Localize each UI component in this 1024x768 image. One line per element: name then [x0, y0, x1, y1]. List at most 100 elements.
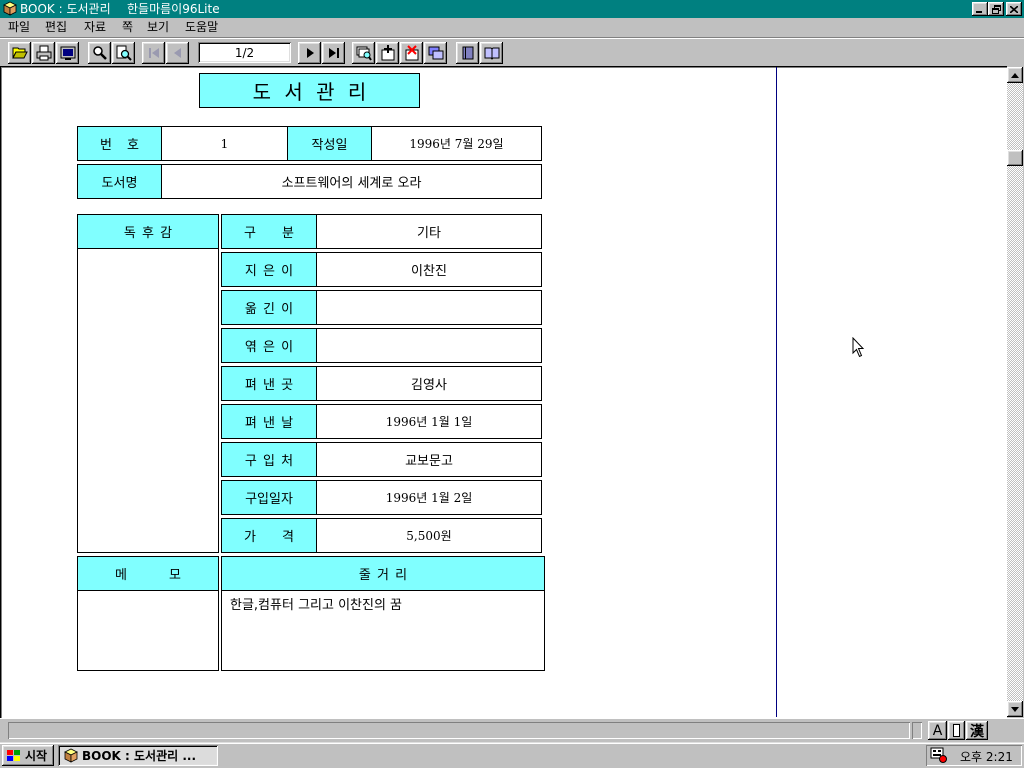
ime-halfwidth-toggle[interactable] — [948, 721, 965, 740]
review-field[interactable] — [77, 248, 219, 553]
search-icon — [92, 46, 107, 60]
book-closed-button[interactable] — [456, 42, 479, 64]
book-open-icon — [484, 47, 499, 60]
detail-label-author: 지 은 이 — [221, 252, 317, 287]
arrow-down-icon — [1011, 706, 1019, 712]
card-search-button[interactable] — [352, 42, 375, 64]
clock[interactable]: 오후 2:21 — [960, 748, 1013, 765]
detail-field-price[interactable]: 5,500원 — [316, 518, 542, 553]
detail-field-store[interactable]: 교보문고 — [316, 442, 542, 477]
minimize-icon — [976, 11, 982, 13]
task-button-book[interactable]: BOOK : 도서관리 ... — [58, 745, 218, 766]
print-icon — [36, 45, 51, 61]
detail-field-translator[interactable] — [316, 290, 542, 325]
card-search-icon — [356, 46, 372, 61]
task-label: BOOK : 도서관리 ... — [82, 749, 197, 763]
open-folder-icon — [11, 47, 28, 59]
created-date-field[interactable]: 1996년 7월 29일 — [371, 126, 542, 161]
first-page-icon — [148, 48, 159, 58]
first-page-button[interactable] — [142, 42, 165, 64]
close-icon — [1010, 5, 1018, 13]
title-bar[interactable]: BOOK : 도서관리 한들마름이96Lite — [0, 0, 1024, 18]
ime-input-mode[interactable]: A — [928, 721, 947, 740]
next-page-icon — [306, 48, 314, 58]
start-label: 시작 — [25, 749, 48, 763]
detail-label-store: 구 입 처 — [221, 442, 317, 477]
scroll-down-button[interactable] — [1007, 701, 1023, 717]
search-button[interactable] — [88, 42, 111, 64]
detail-field-purchase-date[interactable]: 1996년 1월 2일 — [316, 480, 542, 515]
restore-icon — [991, 4, 1001, 14]
detail-field-publisher[interactable]: 김영사 — [316, 366, 542, 401]
menu-file[interactable]: 파일 — [8, 18, 30, 37]
window-title: BOOK : 도서관리 — [20, 2, 111, 16]
scroll-up-button[interactable] — [1007, 67, 1023, 83]
status-bar: A 漢 — [0, 718, 1024, 742]
memo-field[interactable] — [77, 590, 219, 671]
screen-view-icon — [60, 46, 75, 60]
review-label: 독 후 감 — [77, 214, 219, 249]
system-tray: 오후 2:21 — [926, 745, 1022, 766]
book-title-field[interactable]: 소프트웨어의 세계로 오라 — [161, 164, 542, 199]
next-page-button[interactable] — [298, 42, 321, 64]
card-delete-icon — [405, 45, 418, 61]
ime-hanja-mode[interactable]: 漢 — [966, 721, 988, 740]
form-title: 도 서 관 리 — [199, 73, 420, 108]
restore-button[interactable] — [988, 2, 1004, 16]
screen-view-button[interactable] — [56, 42, 79, 64]
start-button[interactable]: 시작 — [2, 745, 54, 766]
status-small-panel — [912, 722, 922, 739]
detail-label-category: 구 분 — [221, 214, 317, 249]
menu-bar: 파일 편집 자료 쪽 보기 도움말 — [0, 18, 1024, 37]
book-closed-icon — [462, 46, 473, 60]
menu-view[interactable]: 보기 — [147, 18, 169, 37]
card-copy-icon — [428, 46, 443, 60]
page-indicator-input[interactable] — [198, 42, 291, 63]
close-button[interactable] — [1006, 2, 1022, 16]
detail-label-publish-date: 펴 낸 날 — [221, 404, 317, 439]
find-next-button[interactable] — [112, 42, 135, 64]
created-date-label: 작성일 — [287, 126, 372, 161]
summary-label: 줄 거 리 — [221, 556, 545, 591]
detail-label-publisher: 펴 낸 곳 — [221, 366, 317, 401]
find-next-icon — [116, 45, 132, 61]
card-delete-button[interactable] — [400, 42, 423, 64]
card-copy-button[interactable] — [424, 42, 447, 64]
print-button[interactable] — [32, 42, 55, 64]
menu-data[interactable]: 자료 — [84, 18, 106, 37]
mouse-cursor-icon — [852, 337, 865, 358]
number-field[interactable]: 1 — [161, 126, 288, 161]
minimize-button[interactable] — [972, 2, 988, 16]
last-page-button[interactable] — [322, 42, 345, 64]
detail-field-editor[interactable] — [316, 328, 542, 363]
app-book-icon — [64, 748, 78, 763]
scroll-thumb[interactable] — [1007, 150, 1023, 166]
menu-page[interactable]: 쪽 — [122, 18, 133, 37]
detail-label-price: 가 격 — [221, 518, 317, 553]
detail-field-publish-date[interactable]: 1996년 1월 1일 — [316, 404, 542, 439]
last-page-icon — [328, 48, 339, 58]
book-title-label: 도서명 — [77, 164, 162, 199]
page-boundary-line — [776, 67, 777, 717]
menu-edit[interactable]: 편집 — [45, 18, 67, 37]
halfwidth-icon — [953, 724, 960, 737]
detail-field-author[interactable]: 이찬진 — [316, 252, 542, 287]
card-add-button[interactable] — [376, 42, 399, 64]
detail-field-category[interactable]: 기타 — [316, 214, 542, 249]
tray-app-icon[interactable] — [930, 747, 948, 764]
prev-page-icon — [173, 48, 181, 58]
detail-label-translator: 옮 긴 이 — [221, 290, 317, 325]
book-open-button[interactable] — [480, 42, 503, 64]
card-add-icon — [381, 45, 394, 61]
detail-label-purchase-date: 구입일자 — [221, 480, 317, 515]
summary-field[interactable]: 한글,컴퓨터 그리고 이찬진의 꿈 — [221, 590, 545, 671]
prev-page-button[interactable] — [166, 42, 189, 64]
status-message-panel — [8, 722, 910, 739]
detail-label-editor: 엮 은 이 — [221, 328, 317, 363]
product-name: 한들마름이96Lite — [127, 2, 220, 16]
number-label: 번 호 — [77, 126, 162, 161]
vertical-scrollbar[interactable] — [1007, 67, 1023, 717]
windows-logo-icon — [7, 749, 20, 761]
menu-help[interactable]: 도움말 — [185, 18, 218, 37]
open-button[interactable] — [8, 42, 31, 64]
